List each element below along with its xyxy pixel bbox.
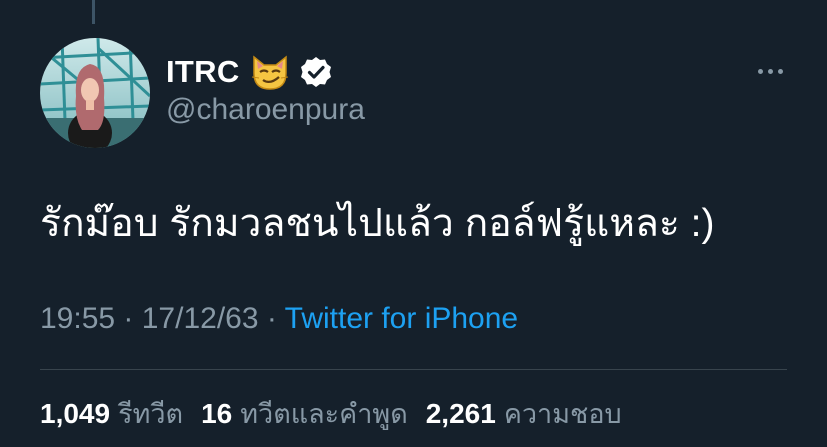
more-options-button[interactable] (750, 60, 790, 82)
tweet-text: รักม๊อบ รักมวลชนไปแล้ว กอล์ฟรู้แหละ :) (40, 202, 715, 245)
more-dot-icon (767, 68, 773, 74)
retweets-label: รีทวีต (118, 398, 184, 429)
more-dot-icon (777, 68, 783, 74)
meta-separator: · (266, 302, 285, 335)
quote-tweets-stat[interactable]: 16 ทวีตและคำพูด (201, 392, 408, 435)
smirking-cat-face-icon (251, 55, 288, 90)
author-handle[interactable]: @charoenpura (166, 93, 365, 127)
more-dot-icon (757, 68, 763, 74)
likes-label: ความชอบ (503, 398, 622, 429)
thread-connector-line (92, 0, 95, 24)
tweet-metadata: 19:55 · 17/12/63 · Twitter for iPhone (40, 302, 518, 336)
likes-stat[interactable]: 2,261 ความชอบ (426, 392, 622, 435)
tweet-stats: 1,049 รีทวีต 16 ทวีตและคำพูด 2,261 ความช… (40, 393, 640, 433)
likes-count: 2,261 (425, 397, 496, 429)
avatar-image (40, 38, 150, 148)
quote-tweets-count: 16 (201, 397, 233, 429)
meta-separator: · (123, 302, 142, 335)
tweet-time[interactable]: 19:55 (40, 302, 115, 335)
tweet-date[interactable]: 17/12/63 (142, 302, 259, 335)
author-display-name[interactable]: ITRC (166, 54, 240, 90)
tweet-source-link[interactable]: Twitter for iPhone (285, 302, 518, 335)
retweets-stat[interactable]: 1,049 รีทวีต (40, 392, 183, 435)
avatar[interactable] (40, 38, 150, 148)
verified-badge-icon (300, 57, 331, 87)
tweet-detail: ITRC @charoenpura รักม๊อบ รักมวลชนไปแล้ว… (0, 0, 827, 447)
retweets-count: 1,049 (40, 397, 111, 429)
quote-tweets-label: ทวีตและคำพูด (240, 398, 408, 429)
divider (40, 369, 787, 370)
author-name-row[interactable]: ITRC (166, 50, 332, 94)
